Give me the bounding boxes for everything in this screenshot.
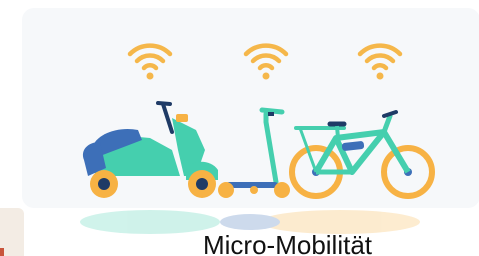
bicycle-icon [289, 110, 435, 199]
page-title: Micro-Mobilität [202, 230, 373, 256]
wifi-icon [357, 43, 403, 80]
kick-scooter-icon [218, 107, 290, 198]
wifi-icon [243, 43, 289, 80]
scooter-icon [82, 101, 218, 198]
micro-mobility-illustration [80, 43, 435, 234]
wifi-icon [127, 43, 173, 80]
